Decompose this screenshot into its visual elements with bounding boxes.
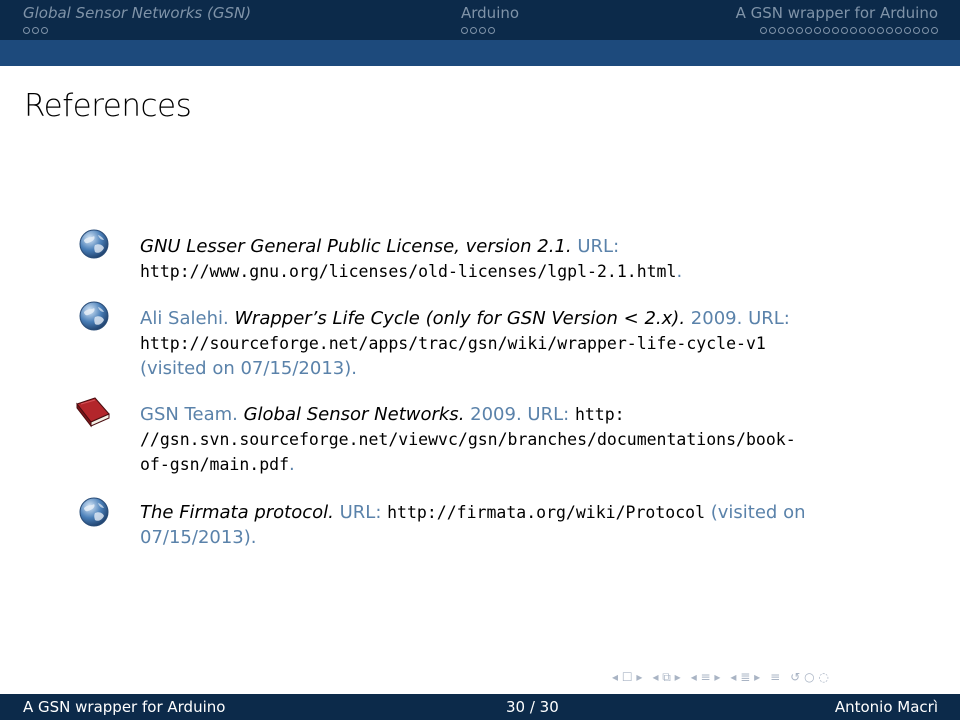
nav-dot[interactable] — [769, 27, 776, 34]
nav-section-gsn[interactable]: Global Sensor Networks (GSN) — [23, 4, 251, 34]
prev-part-icon[interactable]: ◂ ≣ ▸ — [730, 670, 760, 685]
nav-dots — [461, 27, 519, 34]
subsection-bar — [0, 40, 960, 66]
nav-dot[interactable] — [895, 27, 902, 34]
reference-text: Ali Salehi. Wrapper’s Life Cycle (only f… — [140, 306, 890, 381]
prev-frame-icon[interactable]: ◂ ☐ ▸ — [612, 670, 642, 685]
nav-dot[interactable] — [41, 27, 48, 34]
nav-section-wrapper[interactable]: A GSN wrapper for Arduino — [736, 4, 938, 34]
url-label: URL: — [527, 404, 570, 425]
nav-dot[interactable] — [479, 27, 486, 34]
nav-dot[interactable] — [814, 27, 821, 34]
url-label: URL: — [577, 236, 620, 257]
reference-url-part[interactable]: //gsn.svn.sourceforge.net/viewvc/gsn/bra… — [140, 430, 796, 449]
nav-dots — [23, 27, 251, 34]
punctuation: . — [676, 261, 683, 282]
nav-dot[interactable] — [796, 27, 803, 34]
reference-author: GSN Team. — [140, 404, 238, 425]
punctuation: . — [289, 454, 295, 475]
reference-title: GNU Lesser General Public License, versi… — [140, 236, 572, 257]
nav-dot[interactable] — [850, 27, 857, 34]
visited-note: (visited on 07/15/2013). — [140, 358, 357, 379]
page-title: References — [24, 88, 192, 124]
reference-author: Ali Salehi. — [140, 308, 229, 329]
nav-dot[interactable] — [23, 27, 30, 34]
visited-note: 07/15/2013). — [140, 527, 257, 548]
globe-icon — [79, 497, 109, 527]
reference-url[interactable]: http://firmata.org/wiki/Protocol — [387, 503, 705, 522]
nav-dot[interactable] — [868, 27, 875, 34]
nav-dot[interactable] — [841, 27, 848, 34]
nav-dot[interactable] — [904, 27, 911, 34]
prev-section-icon[interactable]: ◂ ≡ ▸ — [691, 670, 721, 685]
url-label: URL: — [339, 502, 382, 523]
nav-dot[interactable] — [832, 27, 839, 34]
nav-dot[interactable] — [787, 27, 794, 34]
nav-dot[interactable] — [488, 27, 495, 34]
globe-icon — [79, 301, 109, 331]
prev-subsection-icon[interactable]: ◂ ⧉ ▸ — [652, 670, 680, 685]
nav-dot[interactable] — [913, 27, 920, 34]
nav-dot[interactable] — [931, 27, 938, 34]
reference-text: GNU Lesser General Public License, versi… — [140, 234, 890, 284]
top-navigation-bar: Global Sensor Networks (GSN) Arduino A G… — [0, 0, 960, 40]
footer-author: Antonio Macrì — [834, 698, 938, 716]
nav-dots — [736, 27, 938, 34]
nav-dot[interactable] — [859, 27, 866, 34]
reference-text: GSN Team. Global Sensor Networks. 2009. … — [140, 402, 890, 477]
reference-url[interactable]: http://www.gnu.org/licenses/old-licenses… — [140, 262, 676, 281]
visited-note: (visited on — [710, 502, 806, 523]
reference-year: 2009. — [470, 404, 522, 425]
appendix-icon[interactable]: ≡ — [770, 670, 780, 685]
nav-section-arduino[interactable]: Arduino — [461, 4, 519, 34]
nav-dot[interactable] — [778, 27, 785, 34]
nav-dot[interactable] — [886, 27, 893, 34]
search-icon[interactable]: ↺ ○ ◌ — [790, 670, 829, 685]
nav-dot[interactable] — [805, 27, 812, 34]
nav-section-label: A GSN wrapper for Arduino — [735, 4, 938, 22]
reference-title: The Firmata protocol. — [140, 502, 334, 523]
reference-text: The Firmata protocol. URL: http://firmat… — [140, 500, 890, 550]
reference-url[interactable]: http://sourceforge.net/apps/trac/gsn/wik… — [140, 334, 766, 353]
footer-title: A GSN wrapper for Arduino — [23, 698, 226, 716]
url-label: URL: — [748, 308, 790, 329]
globe-icon — [79, 229, 109, 259]
reference-url-part[interactable]: of-gsn/main.pdf — [140, 455, 289, 474]
navigation-controls: ◂ ☐ ▸ ◂ ⧉ ▸ ◂ ≡ ▸ ◂ ≣ ▸ ≡ ↺ ○ ◌ — [612, 670, 829, 685]
nav-section-label: Arduino — [461, 4, 520, 22]
nav-dot[interactable] — [823, 27, 830, 34]
book-icon — [76, 397, 110, 428]
nav-dot[interactable] — [461, 27, 468, 34]
nav-section-label: Global Sensor Networks (GSN) — [23, 4, 252, 22]
reference-title: Wrapper’s Life Cycle (only for GSN Versi… — [234, 308, 686, 329]
reference-title: Global Sensor Networks. — [243, 404, 465, 425]
nav-dot[interactable] — [877, 27, 884, 34]
reference-year: 2009. — [690, 308, 743, 329]
nav-dot[interactable] — [32, 27, 39, 34]
footer-bar: A GSN wrapper for Arduino 30 / 30 Antoni… — [0, 694, 960, 720]
reference-url-part[interactable]: http: — [575, 405, 625, 424]
nav-dot[interactable] — [760, 27, 767, 34]
nav-dot[interactable] — [470, 27, 477, 34]
page-number: 30 / 30 — [506, 698, 559, 716]
nav-dot[interactable] — [922, 27, 929, 34]
